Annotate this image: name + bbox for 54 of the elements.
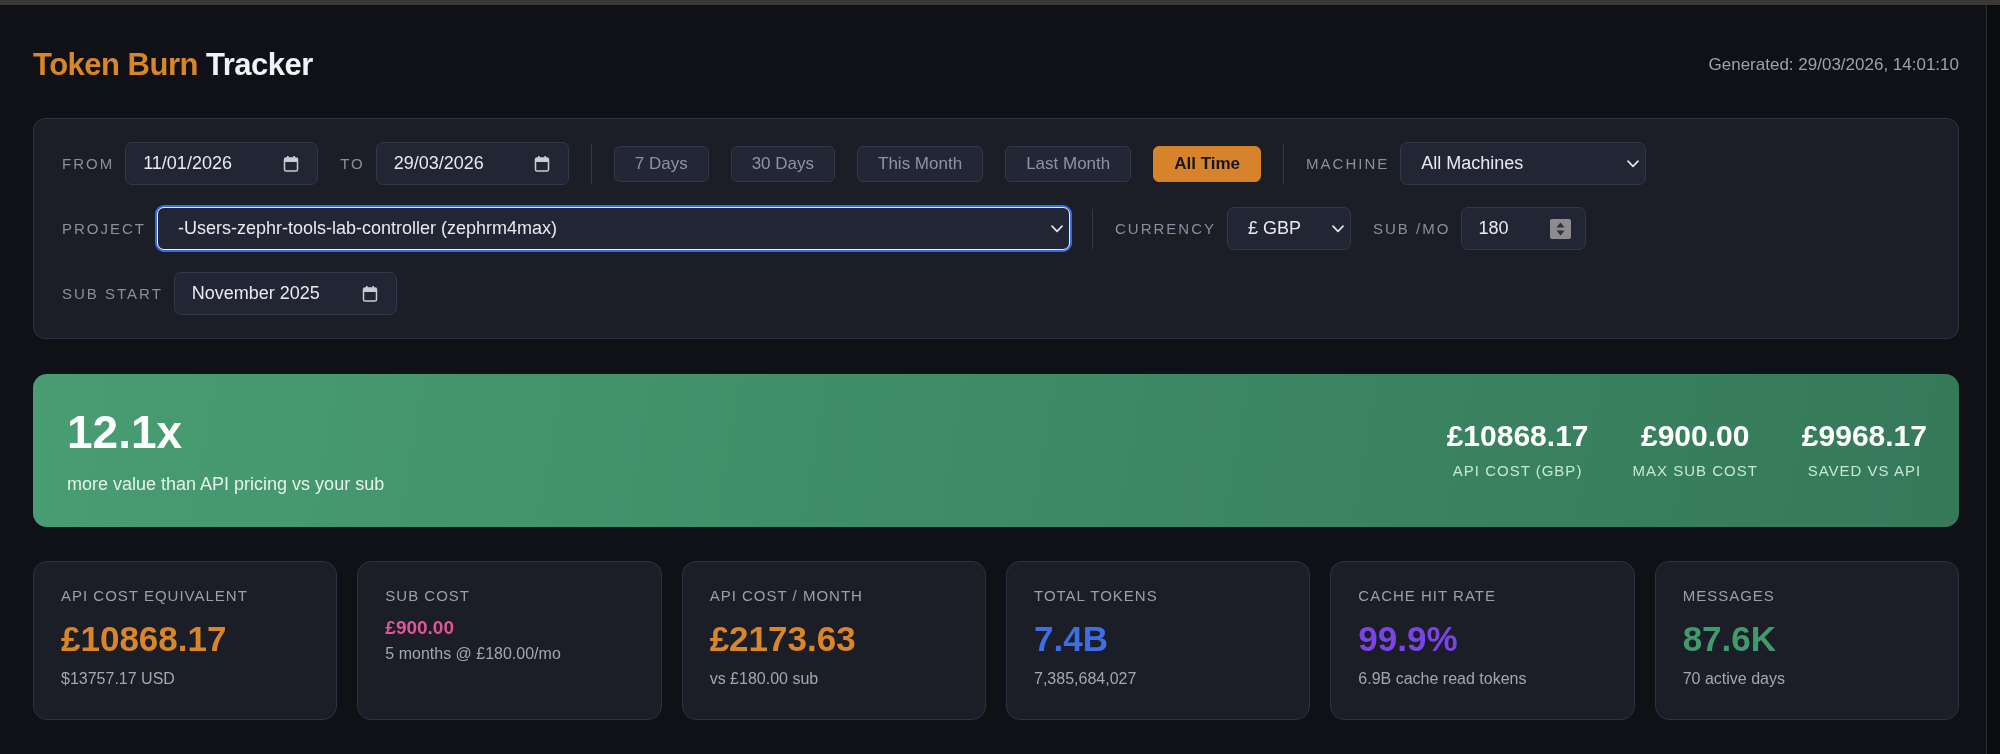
calendar-icon[interactable] xyxy=(361,285,378,302)
card-value: £10868.17 xyxy=(61,619,228,659)
field-label: MACHINE xyxy=(1306,155,1390,172)
field-label: CURRENCY xyxy=(1115,220,1217,237)
date-field[interactable]: 11/01/2026 xyxy=(125,142,319,185)
dropdown[interactable]: £ GBP xyxy=(1227,207,1352,250)
calendar-icon[interactable] xyxy=(283,155,300,172)
card-label: SUB COST xyxy=(385,587,471,605)
dropdown[interactable]: All Machines xyxy=(1400,142,1647,185)
stat-value: £10868.17 xyxy=(1446,418,1589,453)
card-value: 99.9% xyxy=(1358,619,1459,659)
spinner-icon[interactable] xyxy=(1550,218,1572,239)
date-range-button[interactable]: All Time xyxy=(1153,145,1262,182)
card-detail: 7,385,684,027 xyxy=(1034,669,1138,689)
card-label: CACHE HIT RATE xyxy=(1358,587,1497,605)
number-field[interactable]: 180 xyxy=(1461,207,1587,250)
card-detail: 6.9B cache read tokens xyxy=(1358,669,1528,689)
card-value: 7.4B xyxy=(1034,619,1109,659)
card-detail: $13757.17 USD xyxy=(61,669,176,689)
card-value: 87.6K xyxy=(1682,619,1778,659)
caret-icon xyxy=(1051,224,1063,233)
card-value: £900.00 xyxy=(385,617,455,639)
date-range-button[interactable]: 7 Days xyxy=(613,145,709,182)
card-label: TOTAL TOKENS xyxy=(1034,587,1159,605)
month-field[interactable]: November 2025 xyxy=(173,272,397,315)
field-label: SUB START xyxy=(62,285,163,302)
date-range-button[interactable]: 30 Days xyxy=(730,145,836,182)
stat-value: £900.00 xyxy=(1640,418,1750,453)
calendar-icon[interactable] xyxy=(533,155,550,172)
card-detail: 5 months @ £180.00/mo xyxy=(385,644,562,664)
app-title: Token Burn Tracker xyxy=(33,46,313,84)
field-label: FROM xyxy=(62,155,115,172)
card-label: MESSAGES xyxy=(1682,587,1776,605)
field-label: TO xyxy=(340,155,365,172)
card-value: £2173.63 xyxy=(709,619,857,659)
card-label: API COST EQUIVALENT xyxy=(61,587,249,605)
banner-caption: more value than API pricing vs your sub xyxy=(67,473,385,495)
card-label: API COST / MONTH xyxy=(709,587,864,605)
field-label: SUB /MO xyxy=(1373,220,1451,237)
card-detail: vs £180.00 sub xyxy=(709,669,820,689)
card-detail: 70 active days xyxy=(1682,669,1786,689)
generated-timestamp: Generated: 29/03/2026, 14:01:10 xyxy=(1708,55,1959,75)
dropdown[interactable]: -Users-zephr-tools-lab-controller (zephrm4max) xyxy=(157,207,1070,250)
stat-label: API COST (GBP) xyxy=(1452,461,1583,479)
date-field[interactable]: 29/03/2026 xyxy=(375,142,569,185)
value-ratio: 12.1x xyxy=(67,406,184,457)
stat-label: MAX SUB COST xyxy=(1632,461,1758,479)
caret-icon xyxy=(1332,224,1345,233)
date-range-button[interactable]: This Month xyxy=(857,145,984,182)
caret-icon xyxy=(1627,159,1640,168)
stat-label: SAVED VS API xyxy=(1807,461,1922,479)
date-range-button[interactable]: Last Month xyxy=(1005,145,1132,182)
field-label: PROJECT xyxy=(62,220,146,237)
stat-value: £9968.17 xyxy=(1801,418,1927,453)
